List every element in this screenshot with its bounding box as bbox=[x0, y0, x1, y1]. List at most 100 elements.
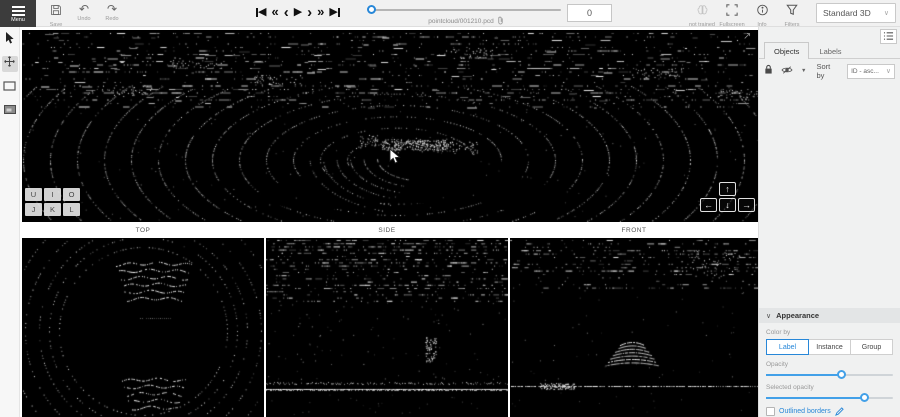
fast-forward-button[interactable]: » bbox=[317, 5, 324, 19]
attachment-icon bbox=[497, 16, 504, 27]
skip-start-button[interactable]: ◀ bbox=[256, 5, 266, 19]
redo-icon: ↷ bbox=[107, 3, 117, 15]
play-icon: ▶ bbox=[294, 5, 302, 19]
side-view[interactable] bbox=[266, 238, 508, 417]
fast-backward-button[interactable]: « bbox=[271, 5, 278, 19]
redo-button[interactable]: ↷ Redo bbox=[98, 3, 126, 22]
main-3d-view[interactable] bbox=[22, 30, 758, 222]
outlined-borders-label: Outlined borders bbox=[779, 408, 831, 415]
appearance-title: Appearance bbox=[776, 311, 819, 320]
front-view[interactable] bbox=[510, 238, 758, 417]
fast-backward-icon: « bbox=[271, 5, 278, 19]
key-j[interactable]: J bbox=[25, 203, 42, 216]
caret-down-icon[interactable]: ▼ bbox=[801, 68, 806, 74]
skip-end-button[interactable]: ▶ bbox=[329, 5, 339, 19]
fullscreen-button[interactable]: Fullscreen bbox=[718, 3, 746, 28]
undo-icon: ↶ bbox=[79, 3, 89, 15]
front-view-label: FRONT bbox=[510, 227, 758, 234]
arrow-right-icon: → bbox=[742, 200, 751, 210]
sort-select[interactable]: ID - asc... ∨ bbox=[847, 64, 895, 79]
fullscreen-icon bbox=[726, 3, 738, 21]
key-i[interactable]: I bbox=[44, 188, 61, 201]
skip-start-icon: ◀ bbox=[258, 5, 266, 19]
appearance-header[interactable]: ∨ Appearance bbox=[759, 308, 900, 323]
key-u[interactable]: U bbox=[25, 188, 42, 201]
image-icon bbox=[4, 101, 16, 119]
opacity-slider[interactable] bbox=[766, 371, 893, 380]
pan-up-button[interactable]: ↑ bbox=[719, 182, 736, 196]
annotation-app: Menu Save ↶ Undo ↷ Redo ◀ « ‹ ▶ › bbox=[0, 0, 900, 417]
color-mode-label-button[interactable]: Label bbox=[766, 339, 809, 355]
previous-frame-button[interactable]: ‹ bbox=[284, 6, 289, 19]
color-mode-group: Label Instance Group bbox=[766, 339, 893, 355]
arrow-down-icon: ↓ bbox=[725, 200, 730, 210]
pointer-icon bbox=[5, 32, 15, 50]
side-panel: Objects Labels ▼ Sort by ID - asc... ∨ ∨ bbox=[758, 27, 900, 417]
filename-label: pointcloud/001210.pcd bbox=[361, 16, 571, 27]
color-mode-instance-button[interactable]: Instance bbox=[808, 339, 851, 355]
filters-button[interactable]: Filters bbox=[778, 3, 806, 28]
opacity-slider-handle[interactable] bbox=[837, 370, 846, 379]
frame-input[interactable] bbox=[567, 4, 612, 22]
pan-arrows: ← ↓ → bbox=[700, 198, 755, 212]
play-button[interactable]: ▶ bbox=[294, 5, 302, 19]
topbar: Menu Save ↶ Undo ↷ Redo ◀ « ‹ ▶ › bbox=[0, 0, 900, 27]
image-tool-button[interactable] bbox=[2, 102, 18, 118]
sort-by-label: Sort by bbox=[816, 62, 839, 80]
menu-button[interactable]: Menu bbox=[0, 0, 36, 27]
move-tool-button[interactable] bbox=[2, 56, 18, 72]
pan-down-button[interactable]: ↓ bbox=[719, 198, 736, 212]
brain-icon bbox=[696, 3, 709, 21]
box-icon bbox=[3, 78, 16, 96]
arrow-up-icon: ↑ bbox=[725, 184, 730, 194]
selected-opacity-label: Selected opacity bbox=[766, 384, 893, 391]
ai-status-button[interactable]: not trained bbox=[688, 3, 716, 28]
box-tool-button[interactable] bbox=[2, 79, 18, 95]
pan-left-button[interactable]: ← bbox=[700, 198, 717, 212]
select-tool-button[interactable] bbox=[2, 33, 18, 49]
opacity-label: Opacity bbox=[766, 361, 893, 368]
top-view[interactable] bbox=[22, 238, 264, 417]
playback-controls: ◀ « ‹ ▶ › » ▶ bbox=[256, 3, 340, 21]
fast-forward-icon: » bbox=[317, 5, 324, 19]
appearance-section: ∨ Appearance Color by Label Instance Gro… bbox=[759, 308, 900, 416]
key-o[interactable]: O bbox=[63, 188, 80, 201]
tool-sidebar bbox=[0, 27, 20, 417]
pan-right-button[interactable]: → bbox=[738, 198, 755, 212]
next-icon: › bbox=[307, 6, 312, 19]
lock-icon[interactable] bbox=[764, 62, 773, 80]
side-view-label: SIDE bbox=[264, 227, 510, 234]
previous-icon: ‹ bbox=[284, 6, 289, 19]
outlined-borders-row: Outlined borders bbox=[766, 407, 893, 416]
save-button[interactable]: Save bbox=[42, 3, 70, 28]
view-mode-select[interactable]: Standard 3D ∨ bbox=[816, 3, 896, 23]
expand-view-icon[interactable]: ↗ bbox=[743, 31, 751, 42]
info-icon bbox=[756, 3, 769, 21]
collapse-icon: ∨ bbox=[766, 312, 771, 320]
tab-objects[interactable]: Objects bbox=[764, 42, 809, 59]
key-k[interactable]: K bbox=[44, 203, 61, 216]
frame-slider-handle[interactable] bbox=[367, 5, 376, 14]
menu-label: Menu bbox=[11, 18, 25, 23]
key-l[interactable]: L bbox=[63, 203, 80, 216]
filter-icon bbox=[786, 3, 798, 21]
top-view-label: TOP bbox=[22, 227, 264, 234]
info-button[interactable]: Info bbox=[748, 3, 776, 28]
rotation-keypad: U I O J K L bbox=[25, 188, 80, 216]
color-by-label: Color by bbox=[766, 329, 893, 336]
pencil-icon[interactable] bbox=[835, 407, 844, 416]
save-icon bbox=[50, 3, 62, 21]
color-mode-group-button[interactable]: Group bbox=[850, 339, 893, 355]
undo-button[interactable]: ↶ Undo bbox=[70, 3, 98, 22]
selected-opacity-slider[interactable] bbox=[766, 394, 893, 403]
tab-labels[interactable]: Labels bbox=[809, 42, 851, 59]
selected-opacity-slider-handle[interactable] bbox=[860, 393, 869, 402]
skip-end-icon: ▶ bbox=[329, 5, 337, 19]
view-labels-strip: TOP SIDE FRONT bbox=[22, 222, 758, 238]
chevron-down-icon: ∨ bbox=[884, 9, 889, 17]
next-frame-button[interactable]: › bbox=[307, 6, 312, 19]
frame-slider[interactable] bbox=[371, 9, 561, 11]
visibility-off-icon[interactable] bbox=[781, 62, 793, 80]
chevron-down-icon: ∨ bbox=[886, 67, 891, 75]
outlined-borders-checkbox[interactable] bbox=[766, 407, 775, 416]
